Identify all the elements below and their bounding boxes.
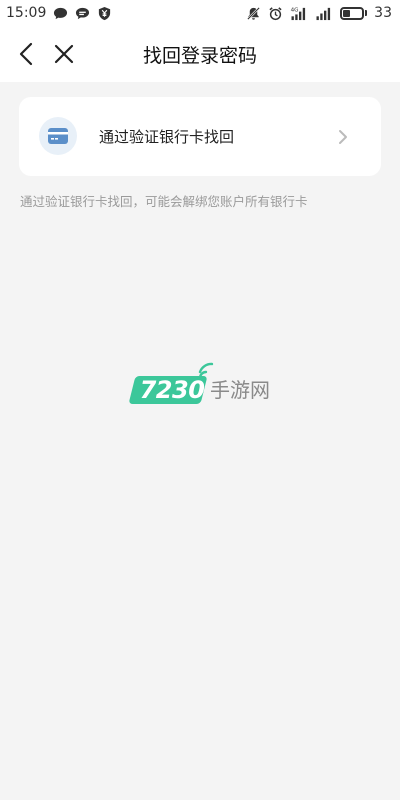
shield-yen-icon: [97, 6, 112, 21]
watermark-text: 手游网: [210, 378, 270, 402]
close-icon: [54, 44, 74, 64]
chat-bubble-icon: [53, 6, 68, 21]
status-bar-left: 15:09: [6, 5, 112, 21]
status-time: 15:09: [6, 5, 47, 21]
close-button[interactable]: [50, 40, 78, 68]
status-bar-right: 4G 33: [246, 5, 392, 21]
bank-card-icon-container: [39, 117, 77, 155]
battery-icon: [340, 6, 368, 20]
svg-text:4G: 4G: [291, 7, 299, 13]
mute-bell-icon: [246, 6, 261, 21]
message-icon: [75, 6, 90, 21]
signal-4g-icon: 4G: [290, 6, 308, 21]
battery-level: 33: [374, 5, 392, 21]
verify-bank-card-option[interactable]: 通过验证银行卡找回: [19, 97, 381, 176]
alarm-clock-icon: [268, 6, 283, 21]
hint-text: 通过验证银行卡找回，可能会解绑您账户所有银行卡: [20, 194, 308, 209]
option-label: 通过验证银行卡找回: [99, 128, 235, 146]
back-arrow-icon: [19, 42, 33, 66]
back-button[interactable]: [12, 40, 40, 68]
nav-bar: 找回登录密码: [0, 26, 400, 82]
signal-icon: [315, 6, 333, 21]
chevron-right-icon: [333, 127, 353, 147]
watermark-logo: 7230 手游网: [128, 362, 282, 408]
bank-card-icon: [48, 128, 68, 144]
status-bar: 15:09 4G 33: [0, 0, 400, 26]
